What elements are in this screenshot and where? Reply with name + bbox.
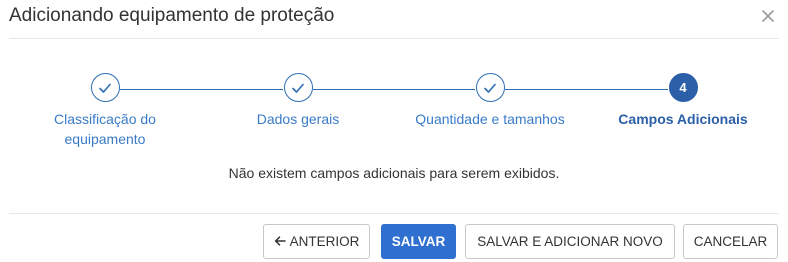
previous-button[interactable]: ANTERIOR: [263, 224, 370, 259]
check-icon: [292, 83, 304, 93]
save-and-add-new-button[interactable]: SALVAR E ADICIONAR NOVO: [465, 224, 675, 259]
cancel-button-label: CANCELAR: [693, 234, 768, 249]
step-completed-circle: [475, 73, 505, 102]
step-completed-circle: [90, 73, 120, 102]
step-quantidade-tamanhos[interactable]: Quantidade e tamanhos: [410, 73, 570, 129]
header-divider: [9, 38, 779, 39]
step-completed-circle: [283, 73, 313, 102]
step-dados-gerais[interactable]: Dados gerais: [218, 73, 378, 129]
step-number-circle: 4: [668, 73, 698, 102]
save-button[interactable]: SALVAR: [381, 224, 456, 259]
step-campos-adicionais[interactable]: 4 Campos Adicionais: [603, 73, 763, 129]
close-button[interactable]: [758, 4, 778, 26]
step-label: Classificação do equipamento: [54, 111, 156, 147]
step-label: Campos Adicionais: [618, 111, 748, 127]
cancel-button[interactable]: CANCELAR: [683, 224, 778, 259]
arrow-left-icon: [274, 234, 286, 249]
dialog-header: Adicionando equipamento de proteção: [0, 0, 788, 38]
step-classificacao[interactable]: Classificação do equipamento: [25, 73, 185, 149]
save-button-label: SALVAR: [391, 234, 446, 249]
step-label: Dados gerais: [256, 111, 340, 127]
save-and-add-new-label: SALVAR E ADICIONAR NOVO: [477, 234, 663, 249]
dialog-title: Adicionando equipamento de proteção: [9, 5, 335, 26]
empty-state-message: Não existem campos adicionais para serem…: [228, 165, 560, 181]
footer-divider: [9, 213, 779, 214]
check-icon: [484, 83, 496, 93]
check-icon: [99, 83, 111, 93]
close-icon: [762, 10, 774, 22]
step-label: Quantidade e tamanhos: [415, 111, 565, 127]
previous-button-label: ANTERIOR: [289, 234, 360, 249]
